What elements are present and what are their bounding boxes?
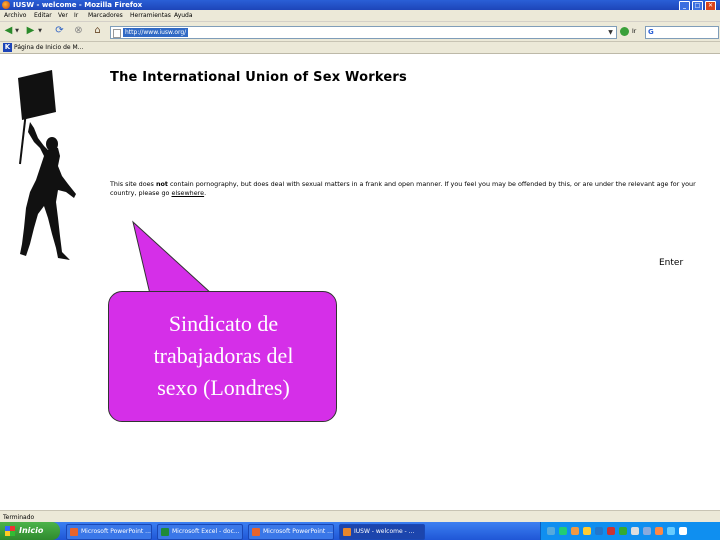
page-content: The International Union of Sex Workers T… — [0, 54, 720, 510]
taskbar-item-excel[interactable]: Microsoft Excel - doc... — [157, 524, 243, 540]
menu-herramientas[interactable]: Herramientas — [130, 11, 171, 20]
tray-clock-icon[interactable] — [679, 527, 687, 535]
annotation-callout: Sindicato de trabajadoras del sexo (Lond… — [108, 291, 337, 422]
bookmarks-toolbar: K Página de Inicio de M... — [0, 42, 720, 54]
address-bar[interactable]: http://www.iusw.org/ ▼ — [110, 26, 617, 39]
firefox-icon — [2, 1, 10, 9]
powerpoint-icon — [252, 528, 260, 536]
window-titlebar: IUSW - welcome - Mozilla Firefox _ □ ✕ — [0, 0, 720, 11]
tray-update-icon[interactable] — [619, 527, 627, 535]
warning-text-start: This site does — [110, 180, 156, 188]
callout-text: Sindicato de trabajadoras del sexo (Lond… — [109, 308, 338, 404]
menu-marcadores[interactable]: Marcadores — [88, 11, 123, 20]
elsewhere-link[interactable]: elsewhere — [171, 189, 204, 197]
go-label[interactable]: Ir — [632, 27, 636, 36]
system-tray — [540, 522, 720, 540]
taskbar-item-powerpoint-1[interactable]: Microsoft PowerPoint ... — [66, 524, 152, 540]
back-dropdown-icon[interactable]: ▼ — [14, 25, 20, 37]
menu-ir[interactable]: Ir — [74, 11, 78, 20]
windows-taskbar: Inicio Microsoft PowerPoint ... Microsof… — [0, 522, 720, 540]
tray-firefox-icon[interactable] — [571, 527, 579, 535]
search-engine-icon[interactable]: G — [648, 28, 654, 37]
search-input[interactable]: G — [645, 26, 719, 39]
tray-network-icon[interactable] — [547, 527, 555, 535]
forward-dropdown-icon[interactable]: ▼ — [37, 25, 43, 37]
protester-silhouette-icon — [18, 70, 76, 260]
window-title: IUSW - welcome - Mozilla Firefox — [13, 1, 143, 9]
address-dropdown-icon[interactable]: ▼ — [606, 27, 615, 38]
tray-display-icon[interactable] — [643, 527, 651, 535]
callout-line-2: trabajadoras del — [153, 343, 294, 368]
windows-logo-icon — [5, 526, 15, 536]
menu-bar: Archivo Editar Ver Ir Marcadores Herrami… — [0, 10, 720, 22]
bookmark-icon: K — [3, 43, 12, 52]
menu-editar[interactable]: Editar — [34, 11, 52, 20]
menu-ver[interactable]: Ver — [58, 11, 68, 20]
go-icon[interactable] — [620, 27, 629, 36]
navigation-toolbar: ◀ ▼ ▶ ▼ ⟳ ⊗ ⌂ http://www.iusw.org/ ▼ Ir … — [0, 22, 720, 42]
tray-bluetooth-icon[interactable] — [667, 527, 675, 535]
callout-line-3: sexo (Londres) — [157, 375, 290, 400]
taskbar-item-label: Microsoft PowerPoint ... — [263, 528, 333, 535]
address-url[interactable]: http://www.iusw.org/ — [123, 28, 189, 37]
taskbar-item-firefox[interactable]: IUSW - welcome - ... — [339, 524, 425, 540]
enter-link[interactable]: Enter — [659, 258, 683, 268]
content-warning-text: This site does not contain pornography, … — [110, 180, 716, 198]
reload-icon[interactable]: ⟳ — [53, 25, 66, 37]
page-icon — [113, 29, 121, 38]
powerpoint-icon — [70, 528, 78, 536]
forward-arrow-icon[interactable]: ▶ — [24, 25, 37, 37]
taskbar-item-label: Microsoft Excel - doc... — [172, 528, 240, 535]
tray-alert-icon[interactable] — [583, 527, 591, 535]
stop-icon[interactable]: ⊗ — [72, 25, 85, 37]
excel-icon — [161, 528, 169, 536]
start-label: Inicio — [19, 526, 44, 535]
callout-line-1: Sindicato de — [168, 311, 279, 336]
home-icon[interactable]: ⌂ — [91, 25, 104, 37]
start-button[interactable]: Inicio — [0, 522, 60, 540]
menu-ayuda[interactable]: Ayuda — [174, 11, 193, 20]
bookmark-home-page[interactable]: Página de Inicio de M... — [14, 43, 83, 52]
tray-app-icon[interactable] — [655, 527, 663, 535]
menu-archivo[interactable]: Archivo — [4, 11, 26, 20]
tray-antivirus-icon[interactable] — [559, 527, 567, 535]
firefox-icon — [343, 528, 351, 536]
taskbar-item-powerpoint-2[interactable]: Microsoft PowerPoint ... — [248, 524, 334, 540]
warning-text-end: . — [204, 189, 207, 197]
taskbar-item-label: IUSW - welcome - ... — [354, 528, 415, 535]
tray-security-icon[interactable] — [607, 527, 615, 535]
status-text: Terminado — [3, 514, 35, 521]
tray-volume-icon[interactable] — [631, 527, 639, 535]
warning-bold-word: not — [155, 180, 168, 188]
taskbar-item-label: Microsoft PowerPoint ... — [81, 528, 151, 535]
page-title: The International Union of Sex Workers — [110, 70, 407, 85]
tray-messenger-icon[interactable] — [595, 527, 603, 535]
